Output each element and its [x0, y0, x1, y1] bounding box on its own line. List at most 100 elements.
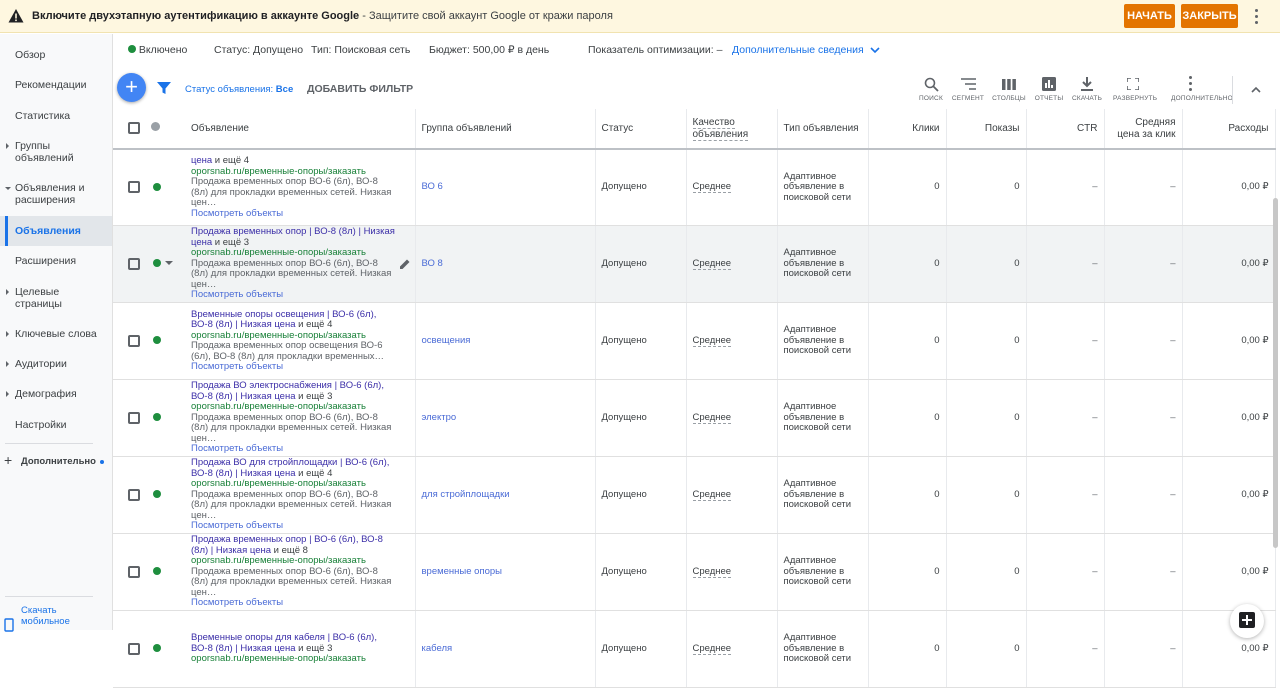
row-checkbox[interactable] — [128, 257, 140, 270]
sidebar-item-overview[interactable]: Обзор — [0, 49, 112, 63]
row-checkbox-cell[interactable] — [113, 302, 145, 380]
ad-group-cell[interactable]: электро — [415, 379, 596, 457]
row-checkbox-cell[interactable] — [113, 379, 145, 457]
filter-icon[interactable] — [157, 82, 171, 95]
col-cost[interactable]: Расходы — [1182, 109, 1276, 150]
view-objects-link[interactable]: Посмотреть объекты — [191, 290, 397, 301]
row-checkbox[interactable] — [128, 181, 140, 194]
start-button[interactable]: НАЧАТЬ — [1124, 4, 1175, 28]
select-all-checkbox[interactable] — [128, 122, 140, 135]
status-dropdown-icon[interactable] — [165, 261, 173, 266]
more-tool[interactable]: ДОПОЛНИТЕЛЬНО — [1171, 75, 1233, 102]
segment-tool[interactable]: СЕГМЕНТ — [948, 75, 988, 102]
ad-group-link[interactable]: для стройплощадки — [422, 489, 510, 500]
download-tool[interactable]: СКАЧАТЬ — [1067, 75, 1107, 102]
table-row[interactable]: Продажа временных опор | ВО-8 (8л) | Низ… — [113, 225, 1276, 303]
row-checkbox-cell[interactable] — [113, 610, 145, 688]
vertical-scrollbar[interactable] — [1273, 198, 1278, 548]
ad-headline[interactable]: Продажа ВО электроснабжения | ВО-6 (6л),… — [191, 380, 384, 402]
row-checkbox[interactable] — [128, 334, 140, 347]
more-details-link[interactable]: Дополнительные сведения — [732, 44, 880, 56]
table-row[interactable]: Временные опоры для кабеля | ВО-6 (6л), … — [113, 610, 1276, 688]
sidebar-item-settings[interactable]: Настройки — [0, 419, 112, 433]
ad-group-link[interactable]: электро — [422, 412, 457, 423]
ad-group-link[interactable]: ВО 8 — [422, 258, 443, 269]
ad-headline[interactable]: Временные опоры для кабеля | ВО-6 (6л), … — [191, 632, 377, 654]
ad-cell[interactable]: Продажа временных опор | ВО-8 (8л) | Низ… — [185, 225, 416, 303]
ad-group-link[interactable]: освещения — [422, 335, 471, 346]
ad-group-link[interactable]: ВО 6 — [422, 181, 443, 193]
sidebar-item-keywords[interactable]: Ключевые слова — [0, 328, 112, 342]
row-checkbox-cell[interactable] — [113, 225, 145, 303]
col-status[interactable]: Статус — [595, 109, 687, 150]
row-checkbox[interactable] — [128, 565, 140, 578]
col-ad-group[interactable]: Группа объявлений — [415, 109, 596, 150]
reports-tool[interactable]: ОТЧЕТЫ — [1029, 75, 1069, 102]
sidebar-item-more[interactable]: + Дополнительно — [0, 453, 112, 470]
ad-group-cell[interactable]: кабеля — [415, 610, 596, 688]
ad-headline[interactable]: Временные опоры освещения | ВО-6 (6л), В… — [191, 309, 376, 331]
select-all-checkbox-cell[interactable] — [113, 109, 145, 150]
row-checkbox[interactable] — [128, 411, 140, 424]
sidebar-item-ads[interactable]: Объявления — [0, 216, 112, 246]
sidebar-item-extensions[interactable]: Расширения — [0, 255, 112, 269]
enabled-status[interactable]: Включено — [128, 44, 187, 56]
feedback-button[interactable] — [1230, 604, 1264, 638]
expand-tool[interactable]: РАЗВЕРНУТЬ — [1113, 75, 1157, 102]
ad-group-cell[interactable]: для стройплощадки — [415, 456, 596, 534]
columns-tool[interactable]: СТОЛБЦЫ — [989, 75, 1029, 102]
col-impressions[interactable]: Показы — [946, 109, 1027, 150]
row-checkbox[interactable] — [128, 488, 140, 501]
view-objects-link[interactable]: Посмотреть объекты — [191, 444, 397, 455]
ad-cell[interactable]: Продажа ВО электроснабжения | ВО-6 (6л),… — [185, 379, 416, 457]
table-row[interactable]: Продажа временных опор | ВО-6 (6л), ВО-8… — [113, 533, 1276, 611]
ad-status-filter[interactable]: Статус объявления: Все — [185, 84, 293, 95]
ad-cell[interactable]: цена и ещё 4 oporsnab.ru/временные-опоры… — [185, 149, 416, 226]
ad-cell[interactable]: Временные опоры освещения | ВО-6 (6л), В… — [185, 302, 416, 380]
sidebar-item-statistics[interactable]: Статистика — [0, 110, 112, 124]
row-checkbox-cell[interactable] — [113, 456, 145, 534]
search-tool[interactable]: ПОИСК — [911, 75, 951, 102]
collapse-icon[interactable] — [1251, 86, 1261, 93]
ad-cell[interactable]: Продажа временных опор | ВО-6 (6л), ВО-8… — [185, 533, 416, 611]
sidebar-item-ad-groups[interactable]: Группы объявлений — [0, 140, 112, 166]
ad-headline[interactable]: цена — [191, 155, 212, 166]
table-row[interactable]: цена и ещё 4 oporsnab.ru/временные-опоры… — [113, 149, 1276, 226]
sidebar-item-audiences[interactable]: Аудитории — [0, 358, 112, 372]
view-objects-link[interactable]: Посмотреть объекты — [191, 361, 397, 373]
ad-group-link[interactable]: временные опоры — [422, 566, 503, 577]
ad-group-cell[interactable]: освещения — [415, 302, 596, 380]
row-checkbox[interactable] — [128, 642, 140, 655]
view-objects-link[interactable]: Посмотреть объекты — [191, 521, 397, 532]
col-ctr[interactable]: CTR — [1026, 109, 1105, 150]
download-mobile-app-link[interactable]: Скачать мобильное — [0, 605, 112, 632]
col-ad-type[interactable]: Тип объявления — [777, 109, 869, 150]
col-avg-cpc[interactable]: Средняя цена за клик — [1104, 109, 1183, 150]
sidebar-item-demographics[interactable]: Демография — [0, 388, 112, 402]
ad-group-cell[interactable]: временные опоры — [415, 533, 596, 611]
table-row[interactable]: Продажа ВО для стройплощадки | ВО-6 (6л)… — [113, 456, 1276, 534]
banner-more-icon[interactable] — [1255, 9, 1259, 25]
ad-headline[interactable]: Продажа ВО для стройплощадки | ВО-6 (6л)… — [191, 457, 389, 479]
col-quality[interactable]: Качество объявления — [686, 109, 778, 150]
table-row[interactable]: Продажа ВО электроснабжения | ВО-6 (6л),… — [113, 379, 1276, 457]
col-ad[interactable]: Объявление — [185, 109, 416, 150]
table-row[interactable]: Временные опоры освещения | ВО-6 (6л), В… — [113, 302, 1276, 380]
add-ad-button[interactable]: + — [117, 73, 146, 102]
add-filter-button[interactable]: ДОБАВИТЬ ФИЛЬТР — [307, 83, 413, 95]
close-button[interactable]: ЗАКРЫТЬ — [1181, 4, 1238, 28]
ad-group-link[interactable]: кабеля — [422, 643, 453, 654]
sidebar-item-ads-extensions[interactable]: Объявления и расширения — [0, 182, 112, 208]
col-clicks[interactable]: Клики — [868, 109, 947, 150]
view-objects-link[interactable]: Посмотреть объекты — [191, 208, 397, 220]
ad-cell[interactable]: Продажа ВО для стройплощадки | ВО-6 (6л)… — [185, 456, 416, 534]
row-checkbox-cell[interactable] — [113, 533, 145, 611]
row-checkbox-cell[interactable] — [113, 149, 145, 226]
ad-group-cell[interactable]: ВО 6 — [415, 149, 596, 226]
sidebar-item-recommendations[interactable]: Рекомендации — [0, 79, 112, 93]
edit-icon[interactable] — [399, 258, 411, 270]
ad-group-cell[interactable]: ВО 8 — [415, 225, 596, 303]
ad-cell[interactable]: Временные опоры для кабеля | ВО-6 (6л), … — [185, 610, 416, 688]
view-objects-link[interactable]: Посмотреть объекты — [191, 598, 397, 609]
sidebar-item-landing-pages[interactable]: Целевые страницы — [0, 286, 112, 312]
